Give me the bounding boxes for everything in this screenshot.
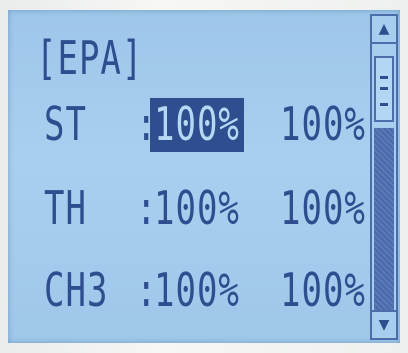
row-label-th: TH <box>44 182 87 236</box>
grip-icon <box>380 76 388 106</box>
st-value-right[interactable]: 100% <box>280 98 366 152</box>
arrow-down-icon[interactable]: ▼ <box>372 310 396 338</box>
arrow-up-icon[interactable]: ▲ <box>372 16 396 44</box>
scroll-thumb[interactable] <box>374 56 394 122</box>
th-value-right[interactable]: 100% <box>280 182 366 236</box>
th-value-left[interactable]: 100% <box>154 182 240 236</box>
scrollbar[interactable]: ▲ ▼ <box>370 14 398 340</box>
ch3-value-left[interactable]: 100% <box>154 264 240 318</box>
st-value-left[interactable]: 100% <box>150 98 244 152</box>
lcd-screen: [EPA] ST : 100% 100% TH : 100% 100% CH3 … <box>8 10 400 343</box>
row-label-ch3: CH3 <box>44 264 109 318</box>
row-label-st: ST <box>44 98 87 152</box>
screen-title: [EPA] <box>36 32 144 86</box>
scroll-track[interactable] <box>374 128 394 312</box>
ch3-value-right[interactable]: 100% <box>280 264 366 318</box>
